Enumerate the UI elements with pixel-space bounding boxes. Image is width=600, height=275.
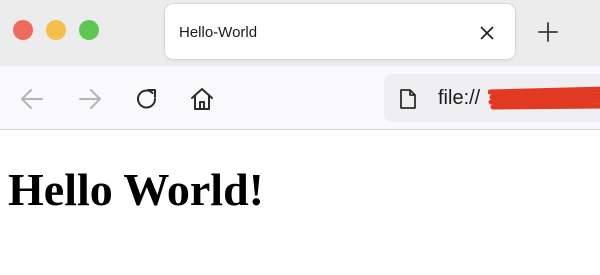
title-bar: Hello-World — [0, 0, 600, 66]
minimize-window-button[interactable] — [46, 20, 66, 40]
close-icon[interactable] — [480, 26, 494, 40]
address-bar[interactable]: file:// — [384, 74, 600, 122]
tab-hello-world[interactable]: Hello-World — [165, 4, 515, 59]
page-content: Hello World! — [0, 130, 600, 275]
back-arrow-icon[interactable] — [19, 86, 45, 112]
home-icon[interactable] — [189, 86, 215, 112]
maximize-window-button[interactable] — [79, 20, 99, 40]
reload-icon[interactable] — [134, 86, 160, 112]
page-heading: Hello World! — [8, 164, 264, 215]
url-text[interactable]: file:// — [438, 87, 480, 110]
forward-arrow-icon[interactable] — [77, 86, 103, 112]
page-icon — [400, 89, 416, 109]
tab-title: Hello-World — [179, 24, 258, 41]
plus-icon[interactable] — [537, 21, 559, 43]
navigation-toolbar: file:// — [0, 66, 600, 130]
close-window-button[interactable] — [13, 20, 33, 40]
redaction-scribble — [488, 86, 600, 110]
